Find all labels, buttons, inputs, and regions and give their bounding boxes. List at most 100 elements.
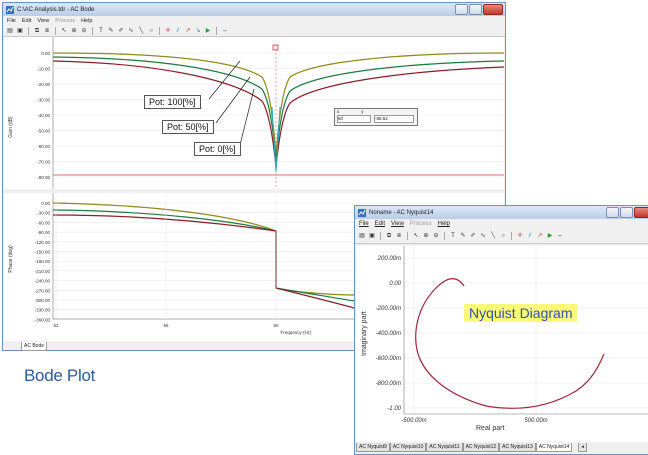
cursor-readout-box[interactable]: x y 60 -88.52	[334, 108, 418, 126]
gain-plot-svg: 0.00 -10.00 -20.00 -30.00 -40.00 -50.00 -60.00…	[8, 37, 505, 189]
zoom-out-icon[interactable]: ⊖	[432, 232, 440, 240]
play-icon[interactable]: ▶	[204, 27, 212, 35]
menu-edit[interactable]: Edit	[22, 18, 31, 24]
gain-plot[interactable]: 0.00 -10.00 -20.00 -30.00 -40.00 -50.00 -60.00…	[4, 37, 505, 189]
menu-file[interactable]: File	[359, 221, 369, 227]
paste-icon[interactable]: ⧈	[43, 27, 51, 35]
menu-process[interactable]: Process	[55, 18, 75, 24]
trend-icon[interactable]: ↗	[184, 27, 192, 35]
toolbar-separator	[511, 232, 512, 240]
annotation-pointer	[239, 88, 255, 146]
circle-icon[interactable]: ○	[499, 232, 507, 240]
gain-tick-label: -40.00	[37, 113, 50, 118]
bode-caption: Bode Plot	[24, 366, 96, 385]
close-button[interactable]	[634, 207, 648, 218]
tab-ac-bode[interactable]: AC Bode	[21, 342, 48, 351]
zoom-in-icon[interactable]: ⊕	[422, 232, 430, 240]
open-folder-icon[interactable]: ▤	[358, 232, 366, 240]
toolbar-separator	[380, 232, 381, 240]
nyquist-toolbar: ▤ ▣ ⧉ ⧈ ↖ ⊕ ⊖ T ✎ ✐ ∿ ╲ ○ ✛ ⫽ ↗ ▶ ⇔	[355, 229, 648, 244]
brush-icon[interactable]: ✐	[117, 27, 125, 35]
text-icon[interactable]: T	[97, 27, 105, 35]
nyquist-x-tick-label: 500.00m	[524, 418, 547, 424]
edit-trend-icon[interactable]: ↘	[194, 27, 202, 35]
pointer-icon[interactable]: ↖	[60, 27, 68, 35]
pencil-icon[interactable]: ✎	[459, 232, 467, 240]
line-icon[interactable]: ╲	[489, 232, 497, 240]
cursor-x-value: 60	[337, 115, 371, 123]
wave-icon[interactable]: ∿	[127, 27, 135, 35]
phase-tick-label: -120.00	[35, 240, 51, 245]
toolbar-separator	[55, 26, 56, 35]
phase-tick-label: -150.00	[35, 250, 51, 255]
annotation-pot50[interactable]: Pot: 50[%]	[162, 120, 214, 134]
cursor-marker[interactable]	[272, 44, 279, 51]
expand-icon[interactable]: ⇔	[221, 27, 229, 35]
pointer-icon[interactable]: ↖	[412, 232, 420, 240]
toolbar-separator	[159, 26, 160, 35]
line-icon[interactable]: ╲	[137, 27, 145, 35]
close-button[interactable]	[483, 4, 503, 15]
tab-ac-nyquist13[interactable]: AC Nyquist13	[499, 443, 536, 452]
nyquist-titlebar[interactable]: Noname - AC Nyquist14	[355, 206, 648, 219]
phase-tick-label: -360.00	[35, 317, 51, 322]
annotation-pot0[interactable]: Pot: 0[%]	[194, 142, 241, 156]
gain-tick-label: -30.00	[37, 98, 50, 103]
expand-icon[interactable]: ⇔	[556, 232, 564, 240]
save-icon[interactable]: ▣	[368, 232, 376, 240]
menu-help[interactable]: Help	[438, 221, 450, 227]
gain-tick-label: -70.00	[37, 160, 50, 165]
brush-icon[interactable]: ✐	[469, 232, 477, 240]
bode-titlebar[interactable]: C:\AC Analysis.tdr - AC Bode	[3, 3, 505, 16]
zoom-in-icon[interactable]: ⊕	[70, 27, 78, 35]
chart-icon[interactable]: ⫽	[526, 232, 534, 240]
maximize-button[interactable]	[469, 4, 482, 15]
nyquist-y-tick-label: -800.00m	[376, 381, 401, 387]
tab-ac-nyquist11[interactable]: AC Nyquist11	[426, 443, 463, 452]
phase-tick-label: -300.00	[35, 298, 51, 303]
toolbar-separator	[407, 232, 408, 240]
y-axis-label: Imaginary part	[361, 311, 368, 356]
nyquist-plot[interactable]: 200.00m 0.00 -200.00m -400.00m -600.00m -800.…	[356, 246, 648, 442]
menu-edit[interactable]: Edit	[375, 221, 385, 227]
menu-view[interactable]: View	[391, 221, 404, 227]
zoom-out-icon[interactable]: ⊖	[80, 27, 88, 35]
wave-icon[interactable]: ∿	[479, 232, 487, 240]
tab-ac-nyquist9[interactable]: AC Nyquist9	[356, 443, 390, 452]
paste-icon[interactable]: ⧈	[395, 232, 403, 240]
tab-ac-nyquist12[interactable]: AC Nyquist12	[462, 443, 500, 452]
phase-tick-label: -90.00	[37, 230, 50, 235]
nyquist-y-tick-label: -400.00m	[376, 331, 401, 337]
chart-icon[interactable]: ⫽	[174, 27, 182, 35]
save-icon[interactable]: ▣	[16, 27, 24, 35]
pencil-icon[interactable]: ✎	[107, 27, 115, 35]
freq-tick-label: 56	[163, 323, 169, 328]
maximize-button[interactable]	[620, 207, 633, 218]
copy-icon[interactable]: ⧉	[33, 27, 41, 35]
open-folder-icon[interactable]: ▤	[6, 27, 14, 35]
gain-tick-label: -60.00	[37, 144, 50, 149]
minimize-button[interactable]	[455, 4, 468, 15]
menu-help[interactable]: Help	[81, 18, 92, 24]
tab-scroll-left[interactable]: ◂	[578, 443, 587, 452]
cursor-icon[interactable]: ✛	[164, 27, 172, 35]
menu-view[interactable]: View	[37, 18, 49, 24]
trend-icon[interactable]: ↗	[536, 232, 544, 240]
phase-tick-label: -270.00	[35, 288, 51, 293]
text-icon[interactable]: T	[449, 232, 457, 240]
freq-tick-label: 60	[273, 323, 279, 328]
play-icon[interactable]: ▶	[546, 232, 554, 240]
copy-icon[interactable]: ⧉	[385, 232, 393, 240]
tab-ac-nyquist10[interactable]: AC Nyquist10	[389, 443, 427, 452]
circle-icon[interactable]: ○	[147, 27, 155, 35]
nyquist-plot-svg: 200.00m 0.00 -200.00m -400.00m -600.00m -800.…	[361, 246, 648, 432]
cursor-icon[interactable]: ✛	[516, 232, 524, 240]
annotation-pot100[interactable]: Pot: 100[%]	[144, 95, 201, 109]
menu-file[interactable]: File	[7, 18, 16, 24]
freq-tick-label: 52	[53, 323, 59, 328]
minimize-button[interactable]	[606, 207, 619, 218]
menu-process[interactable]: Process	[410, 221, 432, 227]
nyquist-window-title: Noname - AC Nyquist14	[369, 209, 434, 216]
gain-tick-label: -20.00	[37, 82, 50, 87]
tab-ac-nyquist14[interactable]: AC Nyquist14	[535, 443, 573, 452]
